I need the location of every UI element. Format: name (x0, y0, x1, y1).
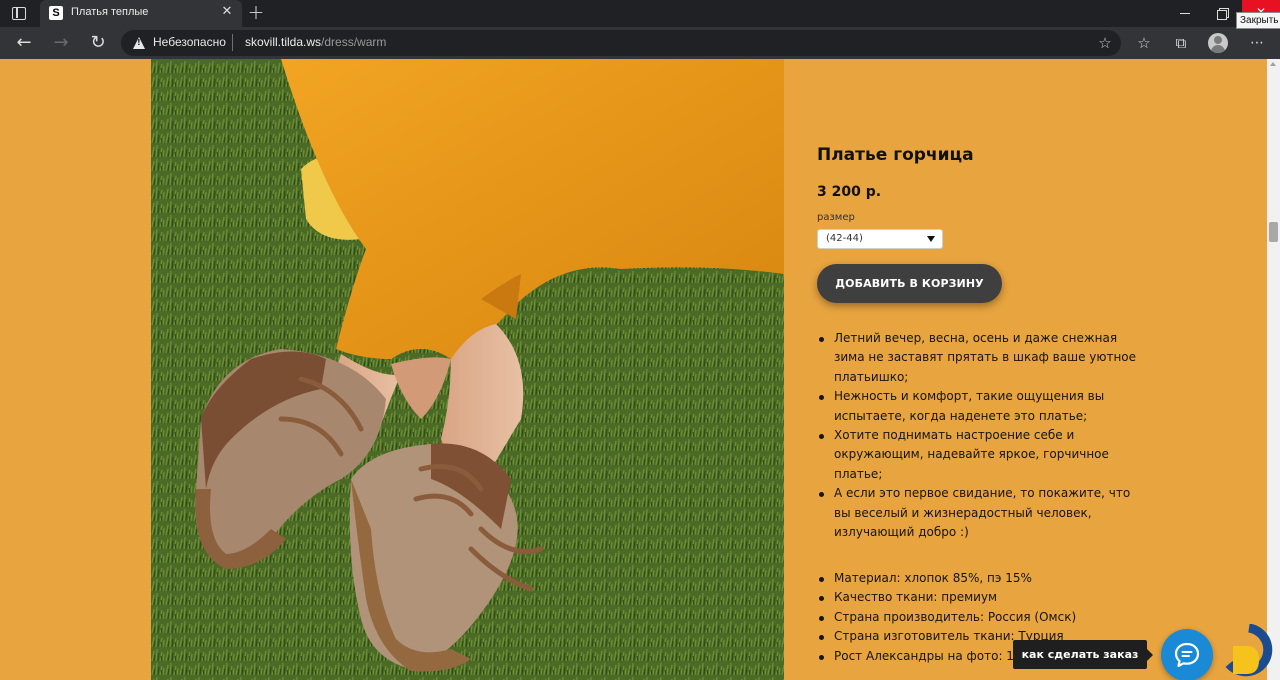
how-to-order-tooltip[interactable]: как сделать заказ (1013, 640, 1153, 669)
forward-arrow-icon[interactable]: → (48, 31, 74, 55)
scroll-thumb[interactable] (1269, 222, 1278, 242)
chat-widget-button[interactable] (1161, 629, 1213, 680)
address-bar[interactable]: Небезопасно skovill.tilda.ws/dress/warm … (121, 30, 1121, 56)
brand-logo[interactable] (1223, 623, 1275, 680)
more-menu-icon[interactable]: ⋯ (1246, 32, 1268, 54)
spec-item: Страна производитель: Россия (Омск) (817, 608, 1137, 627)
product-photo-illustration (151, 59, 784, 680)
tab-active[interactable]: S Платья теплые ✕ (40, 0, 242, 27)
favorites-icon[interactable]: ☆ (1133, 32, 1155, 54)
new-tab-plus-icon[interactable]: + (246, 2, 266, 24)
tab-title: Платья теплые (71, 6, 149, 18)
add-to-cart-button[interactable]: ДОБАВИТЬ В КОРЗИНУ (817, 264, 1002, 303)
reload-icon[interactable]: ↻ (85, 31, 111, 55)
back-arrow-icon[interactable]: ← (11, 31, 37, 55)
browser-toolbar: ← → ↻ Небезопасно skovill.tilda.ws/dress… (0, 27, 1280, 59)
page-scrollbar[interactable] (1267, 59, 1280, 680)
star-plus-icon[interactable]: ☆ (1096, 34, 1114, 52)
tab-actions-icon[interactable] (10, 5, 30, 23)
description-item: Хотите поднимать настроение себе и окруж… (817, 426, 1137, 484)
size-select[interactable]: (42-44) (817, 229, 943, 249)
product-description: Летний вечер, весна, осень и даже снежна… (817, 329, 1137, 542)
url-separator (232, 34, 233, 51)
chat-bubble-icon (1174, 642, 1200, 668)
close-tooltip: Закрыть (1236, 12, 1280, 29)
size-select-value: (42-44) (826, 233, 863, 244)
tab-strip: S Платья теплые ✕ + ✕ Закрыть (0, 0, 1280, 29)
description-item: А если это первое свидание, то покажите,… (817, 484, 1137, 542)
url-path: /dress/warm (321, 35, 387, 49)
security-label[interactable]: Небезопасно (153, 35, 226, 49)
scroll-up-arrow-icon[interactable] (1270, 62, 1276, 66)
spec-item: Качество ткани: премиум (817, 588, 1137, 607)
tab-close-icon[interactable]: ✕ (219, 4, 235, 20)
window-minimize-icon[interactable] (1173, 3, 1197, 23)
description-item: Нежность и комфорт, такие ощущения вы ис… (817, 387, 1137, 426)
page-content: Платье горчица 3 200 р. размер (42-44) Д… (0, 59, 1267, 680)
brand-logo-mark (1225, 623, 1273, 677)
collections-icon[interactable]: ⧉ (1170, 32, 1192, 54)
warning-icon[interactable] (133, 37, 145, 49)
site-favicon-icon: S (49, 6, 63, 20)
url-text[interactable]: skovill.tilda.ws/dress/warm (245, 35, 386, 49)
product-price: 3 200 р. (817, 184, 882, 200)
product-title: Платье горчица (817, 145, 974, 165)
profile-icon[interactable] (1208, 33, 1228, 53)
description-item: Летний вечер, весна, осень и даже снежна… (817, 329, 1137, 387)
spec-item: Материал: хлопок 85%, пэ 15% (817, 569, 1137, 588)
chevron-down-icon (927, 236, 935, 242)
size-label: размер (817, 212, 855, 223)
product-photo (151, 59, 784, 680)
window-restore-icon[interactable] (1210, 3, 1234, 23)
url-host: skovill.tilda.ws (245, 35, 322, 49)
